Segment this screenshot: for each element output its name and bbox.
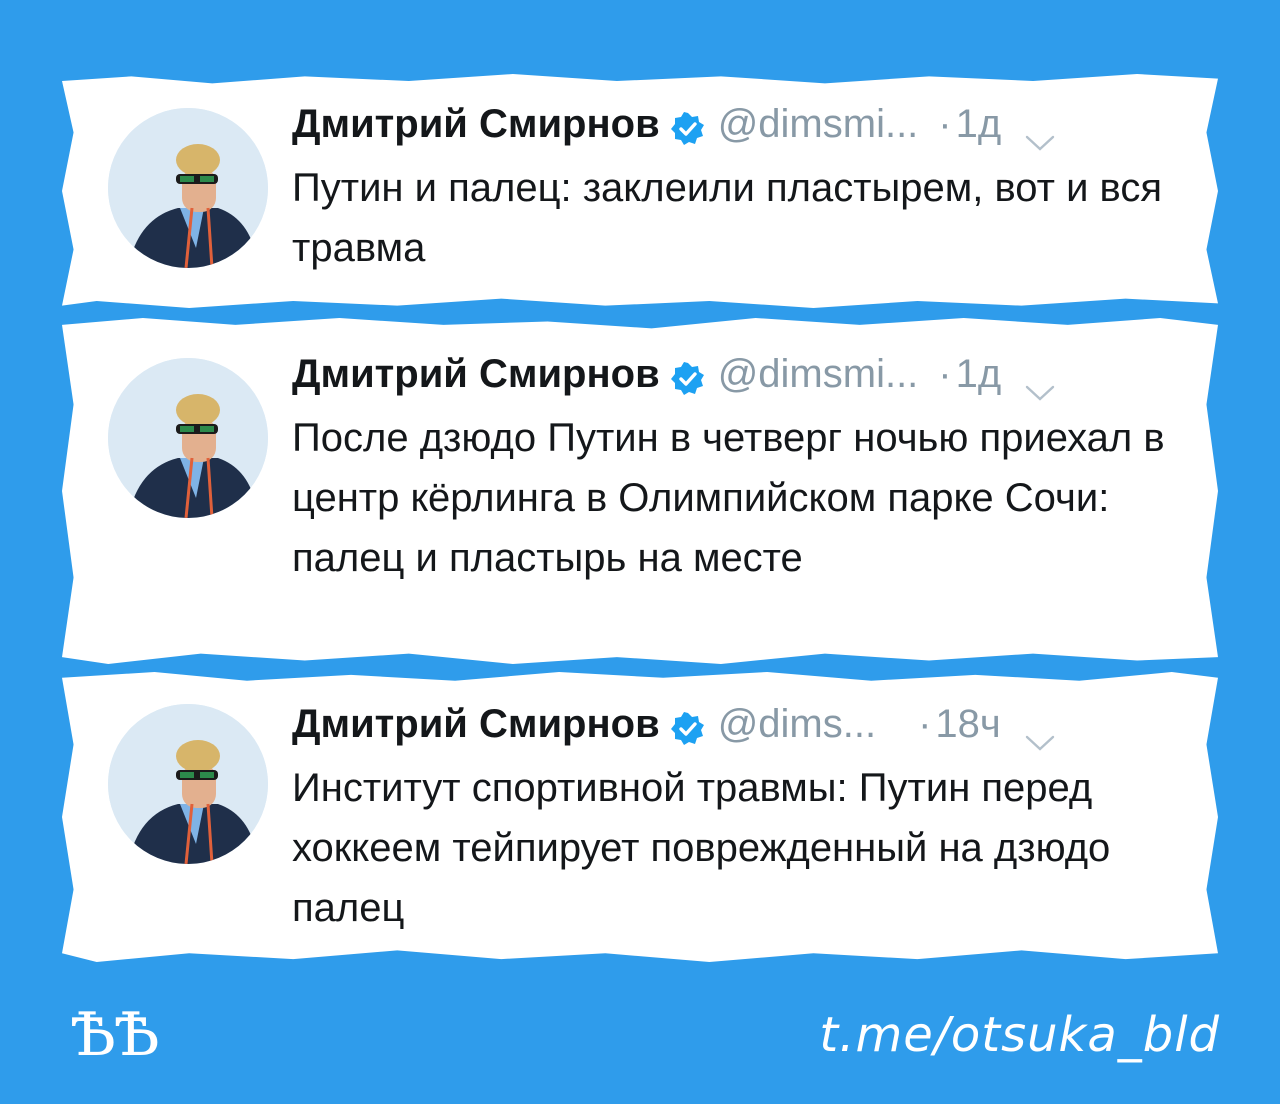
timestamp[interactable]: 1д [956,96,1002,152]
separator-dot: · [918,702,932,746]
tweet-header: Дмитрий Смирнов @dimsmi... · 1д [292,346,1182,402]
author-handle[interactable]: @dims... [718,696,876,752]
avatar[interactable] [108,704,268,864]
separator-dot: · [938,102,952,146]
avatar[interactable] [108,108,268,268]
tweet-text: Путин и палец: заклеили пластырем, вот и… [292,166,1163,270]
channel-logo: ѢѢ [70,1000,159,1070]
tweet-card[interactable]: Дмитрий Смирнов @dimsmi... · 1д После дз… [62,318,1218,664]
tweet-header: Дмитрий Смирнов @dimsmi... · 1д [292,96,1182,152]
chevron-down-icon[interactable] [1023,713,1057,751]
author-name[interactable]: Дмитрий Смирнов [292,696,660,752]
tweet-text: Институт спортивной травмы: Путин перед … [292,766,1111,930]
tweet-header: Дмитрий Смирнов @dims... · 18ч [292,696,1182,752]
verified-badge-icon [670,706,706,745]
tweet-card[interactable]: Дмитрий Смирнов @dimsmi... · 1д Путин и … [62,74,1218,308]
timestamp[interactable]: 1д [956,346,1002,402]
author-handle[interactable]: @dimsmi... [718,346,919,402]
avatar[interactable] [108,358,268,518]
tweet-card[interactable]: Дмитрий Смирнов @dims... · 18ч Институт … [62,672,1218,962]
channel-link[interactable]: t.me/otsuka_bld [819,1000,1220,1070]
timestamp[interactable]: 18ч [935,696,1000,752]
author-name[interactable]: Дмитрий Смирнов [292,346,660,402]
chevron-down-icon[interactable] [1023,363,1057,401]
separator-dot: · [938,352,952,396]
verified-badge-icon [670,356,706,395]
verified-badge-icon [670,106,706,145]
author-name[interactable]: Дмитрий Смирнов [292,96,660,152]
author-handle[interactable]: @dimsmi... [718,96,919,152]
tweet-text: После дзюдо Путин в четверг ночью приеха… [292,416,1165,580]
chevron-down-icon[interactable] [1023,113,1057,151]
